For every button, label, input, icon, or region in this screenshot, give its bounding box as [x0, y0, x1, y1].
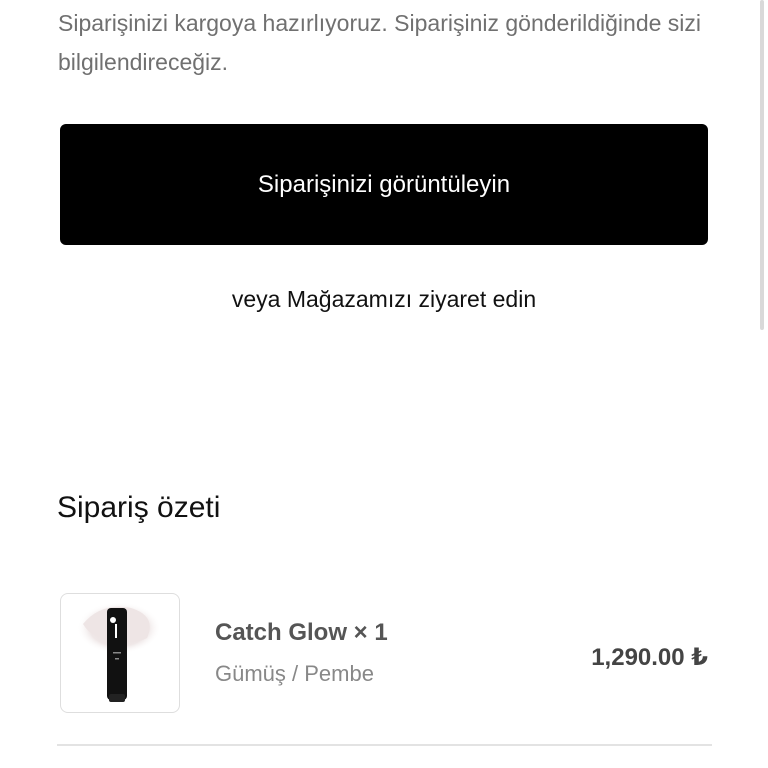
order-status-message: Siparişinizi kargoya hazırlıyoruz. Sipar… [58, 10, 702, 75]
product-price: 1,290.00 ₺ [591, 644, 708, 671]
product-thumbnail [60, 593, 180, 713]
visit-store-link[interactable]: Mağazamızı ziyaret edin [287, 286, 536, 312]
order-line-item: Catch Glow × 1 Gümüş / Pembe 1,290.00 ₺ [60, 593, 712, 715]
product-variant: Gümüş / Pembe [215, 661, 374, 686]
alternate-action: veya Mağazamızı ziyaret edin [0, 286, 768, 313]
or-text: veya [231, 286, 281, 312]
scrollbar[interactable] [760, 0, 764, 330]
summary-divider [57, 744, 712, 746]
product-name: Catch Glow × 1 [215, 619, 388, 646]
view-order-button[interactable]: Siparişinizi görüntüleyin [60, 124, 708, 245]
order-summary-title: Sipariş özeti [57, 491, 221, 524]
product-tube-image [77, 602, 161, 702]
